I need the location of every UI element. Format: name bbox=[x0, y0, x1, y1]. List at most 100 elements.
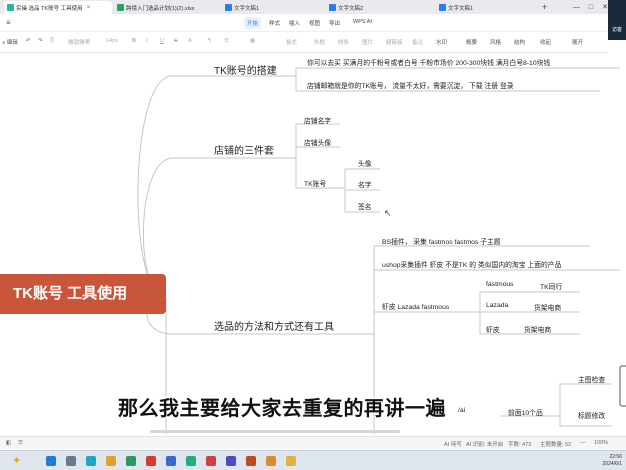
node-partial[interactable]: /ai bbox=[458, 407, 465, 414]
menu-wps-ai[interactable]: WPS AI bbox=[350, 17, 375, 27]
tab-doc-3[interactable]: 文字文稿1 bbox=[436, 1, 536, 14]
line-button[interactable]: 线条 bbox=[338, 38, 349, 46]
folder-icon[interactable] bbox=[106, 456, 116, 466]
new-tab-button[interactable]: + bbox=[542, 2, 547, 12]
node-bs-plugin[interactable]: BS插件， 采集 fastmos fastmos 子主题 bbox=[382, 236, 501, 246]
wechat-icon[interactable] bbox=[126, 456, 136, 466]
border-button[interactable]: 外框 bbox=[314, 38, 325, 46]
tab-bar: 实操 选品 TK账号 工具使用 × 跨境入门选品计划(1)(2).xlsx 文字… bbox=[0, 0, 626, 14]
node-ushop-plugin[interactable]: ushop采集插件 虾皮 不是TK 的 类似国内的淘宝 上面的产品 bbox=[382, 259, 561, 269]
weather-icon[interactable]: ✦ bbox=[12, 454, 21, 467]
undo-icon[interactable]: ↶ bbox=[26, 38, 31, 44]
mindmap-connectors bbox=[137, 67, 626, 434]
tab-active-doc[interactable]: 实操 选品 TK账号 工具使用 × bbox=[4, 1, 112, 14]
spreadsheet-file-icon bbox=[117, 4, 124, 11]
node-tk-email[interactable]: 店铺邮箱就是你的TK账号， 流量不太好，需要沉淀， 下载 注册 登录 bbox=[307, 80, 514, 90]
align-icon[interactable]: ☰ bbox=[224, 38, 229, 44]
node-tk-buy[interactable]: 你可以去买 买满月的千粉号或者白号 千粉市场价 200-300块钱 满月白号8-… bbox=[307, 57, 550, 67]
avatar[interactable]: 访客 bbox=[608, 0, 626, 40]
node-main-image-check[interactable]: 主图检查 bbox=[578, 374, 605, 384]
clock-time: 22:56 bbox=[609, 454, 622, 460]
wps-icon[interactable] bbox=[146, 456, 156, 466]
strike-button[interactable]: S bbox=[174, 38, 178, 44]
maximize-button[interactable]: □ bbox=[589, 4, 593, 11]
node-lazada[interactable]: Lazada bbox=[486, 302, 508, 309]
app-icon-4[interactable] bbox=[226, 456, 236, 466]
tab-label: 文字文稿1 bbox=[234, 5, 260, 12]
branch-selection[interactable]: 选品的方法和方式还有工具 bbox=[214, 318, 334, 333]
app-icon-2[interactable] bbox=[186, 456, 196, 466]
summary-button[interactable]: 概要 bbox=[466, 38, 477, 46]
branch-shop-set[interactable]: 店铺的三件套 bbox=[214, 142, 274, 157]
menu-start[interactable]: 开始 bbox=[244, 17, 262, 29]
grid-icon[interactable]: ▦ bbox=[250, 38, 255, 44]
tab-doc-2[interactable]: 文字文稿2 bbox=[326, 1, 426, 14]
mindmap-file-icon bbox=[7, 4, 14, 11]
zoom-out-icon[interactable]: — bbox=[580, 440, 586, 446]
node-tk-account[interactable]: TK账号 bbox=[304, 178, 326, 188]
menu-insert[interactable]: 插入 bbox=[286, 17, 303, 29]
collapse-button[interactable]: 收起 bbox=[540, 38, 551, 46]
sidebar-toggle-icon[interactable]: ◧ bbox=[6, 440, 11, 446]
outline-icon[interactable]: ☰ bbox=[18, 440, 23, 446]
close-icon[interactable]: × bbox=[87, 5, 91, 11]
tab-doc-1[interactable]: 文字文稿1 bbox=[222, 1, 322, 14]
tab-label: 文字文稿1 bbox=[448, 5, 474, 12]
node-fastmous[interactable]: fastmous bbox=[486, 281, 514, 288]
node-name[interactable]: 名字 bbox=[358, 179, 372, 189]
theme-style-button[interactable]: 风格 bbox=[490, 38, 501, 46]
node-tk-peer[interactable]: TK同行 bbox=[540, 281, 562, 291]
font-select[interactable]: 微软雅黑 bbox=[68, 38, 90, 46]
browser-icon[interactable] bbox=[86, 456, 96, 466]
system-clock[interactable]: 22:56 2024/6/1 bbox=[603, 454, 622, 468]
bold-button[interactable]: B bbox=[132, 38, 136, 44]
link-button[interactable]: 超链接 bbox=[386, 38, 403, 46]
tab-label: 跨境入门选品计划(1)(2).xlsx bbox=[126, 5, 195, 12]
app-icon-3[interactable] bbox=[206, 456, 216, 466]
app-icon-7[interactable] bbox=[286, 456, 296, 466]
node-title-edit[interactable]: 标题修改 bbox=[578, 410, 605, 420]
tab-xlsx[interactable]: 跨境入门选品计划(1)(2).xlsx bbox=[114, 1, 218, 14]
branch-tk-setup[interactable]: TK账号的搭建 bbox=[214, 62, 277, 77]
format-painter-icon[interactable]: ⎘ bbox=[50, 38, 54, 45]
app-icon-6[interactable] bbox=[266, 456, 276, 466]
avatar-label: 访客 bbox=[611, 27, 622, 33]
note-button[interactable]: 备注 bbox=[412, 38, 423, 46]
text-format-icon[interactable]: ¶ bbox=[208, 38, 211, 44]
node-shopee-shelf[interactable]: 货架电商 bbox=[524, 324, 551, 334]
app-icon[interactable] bbox=[166, 456, 176, 466]
horizontal-scrollbar[interactable] bbox=[150, 430, 400, 433]
edit-mode-button[interactable]: ≡ 编辑 bbox=[2, 38, 18, 46]
node-signature[interactable]: 签名 bbox=[358, 201, 372, 211]
node-shop-name[interactable]: 店铺名字 bbox=[304, 115, 331, 125]
ai-status[interactable]: AI 待写 bbox=[444, 440, 462, 448]
structure-button[interactable]: 结构 bbox=[514, 38, 525, 46]
image-button[interactable]: 图片 bbox=[362, 38, 373, 46]
start-icon[interactable] bbox=[46, 456, 56, 466]
minimize-button[interactable]: — bbox=[573, 4, 580, 11]
underline-button[interactable]: U bbox=[160, 38, 164, 44]
node-avatar[interactable]: 头像 bbox=[358, 158, 372, 168]
node-top-10[interactable]: 前面10个品 bbox=[508, 407, 543, 417]
node-shop-avatar[interactable]: 店铺头像 bbox=[304, 137, 331, 147]
zoom-level[interactable]: 100% bbox=[594, 440, 608, 446]
node-lazada-shelf[interactable]: 货架电商 bbox=[534, 302, 561, 312]
italic-button[interactable]: I bbox=[146, 38, 148, 44]
node-shopee[interactable]: 虾皮 bbox=[486, 324, 500, 334]
central-topic-banner[interactable]: TK账号 工具使用 bbox=[0, 274, 166, 314]
node-shopee-lazada[interactable]: 虾皮 Lazada fastmous bbox=[382, 301, 449, 311]
redo-icon[interactable]: ↷ bbox=[38, 38, 43, 44]
watermark-button[interactable]: 水印 bbox=[436, 38, 447, 46]
format-button[interactable]: 格式 bbox=[286, 38, 297, 46]
document-file-icon bbox=[329, 4, 336, 11]
font-color-button[interactable]: A bbox=[188, 38, 192, 44]
mindmap-canvas[interactable]: TK账号的搭建 你可以去买 买满月的千粉号或者白号 千粉市场价 200-300块… bbox=[0, 54, 626, 434]
menu-icon[interactable]: ≡ bbox=[6, 18, 11, 27]
menu-view[interactable]: 视图 bbox=[306, 17, 323, 29]
search-icon[interactable] bbox=[66, 456, 76, 466]
expand-button[interactable]: 展开 bbox=[572, 38, 583, 46]
font-size-select[interactable]: 14px bbox=[106, 38, 118, 44]
menu-style[interactable]: 样式 bbox=[266, 17, 283, 29]
menu-export[interactable]: 导出 bbox=[326, 17, 343, 29]
app-icon-5[interactable] bbox=[246, 456, 256, 466]
